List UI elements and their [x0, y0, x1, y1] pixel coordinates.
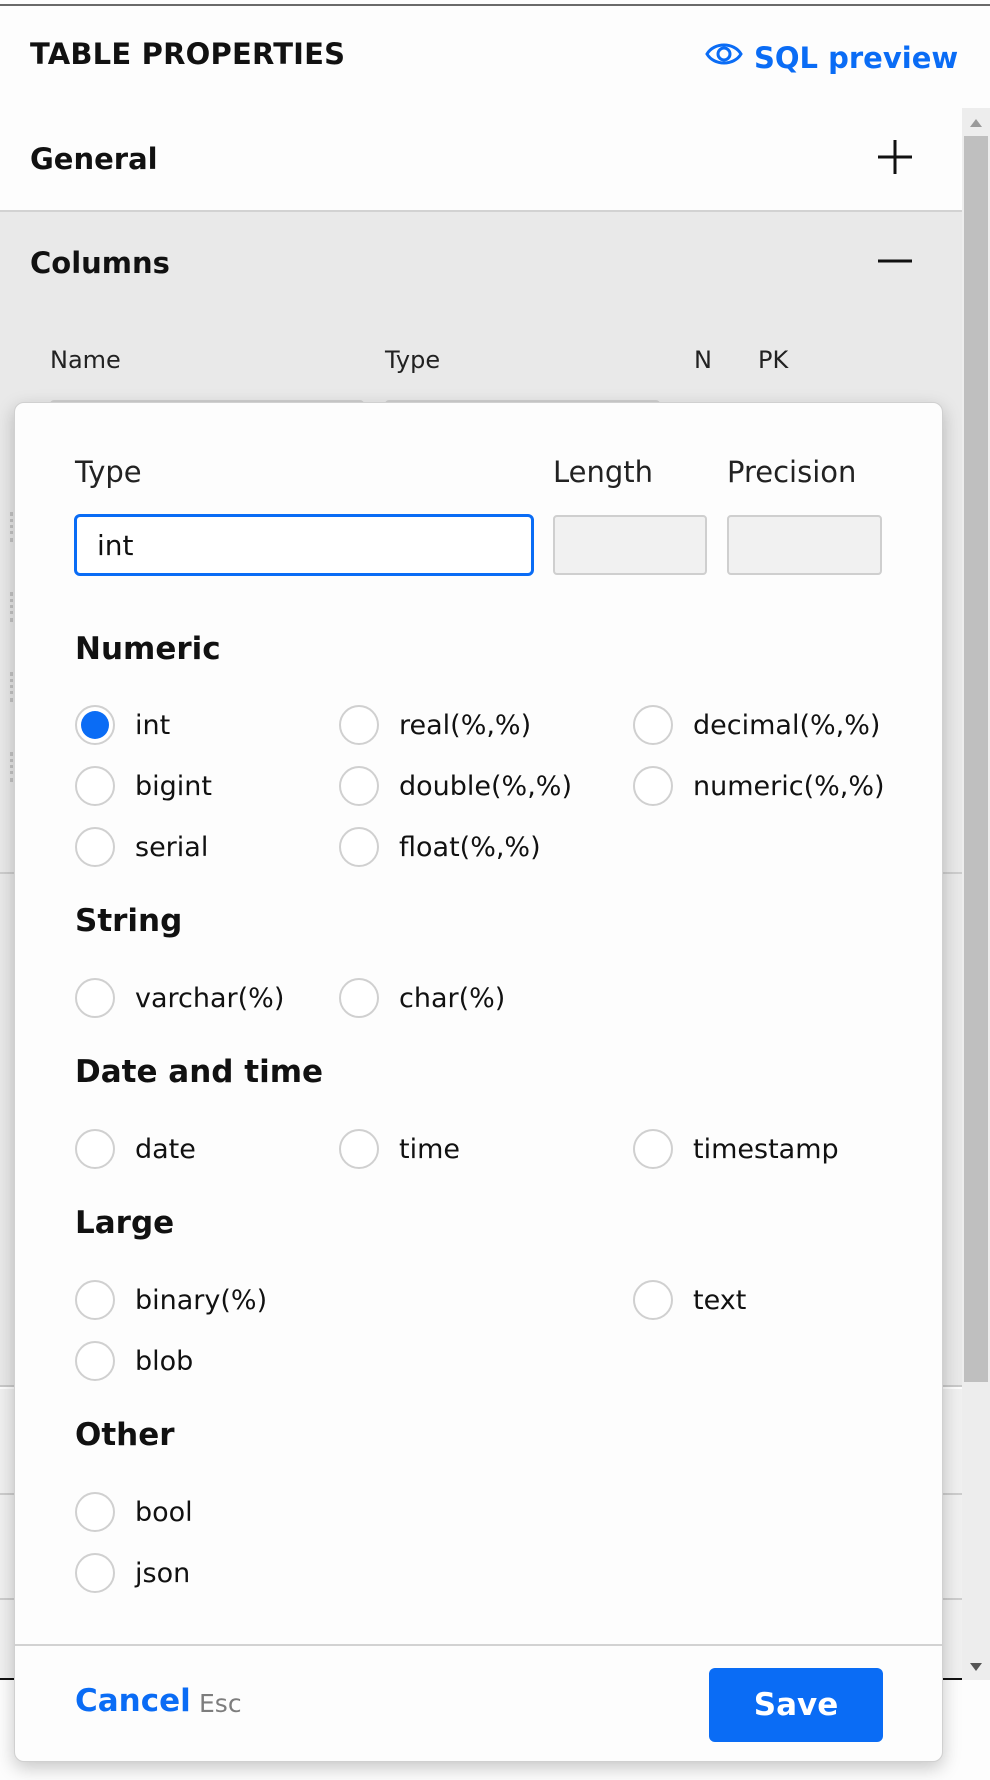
radio-option-double[interactable]: double(%,%): [339, 764, 572, 808]
column-header-name: Name: [50, 346, 121, 374]
length-input[interactable]: [553, 515, 707, 575]
radio-option-serial[interactable]: serial: [75, 825, 208, 869]
group-title-large: Large: [75, 1205, 175, 1241]
radio-button[interactable]: [339, 1129, 379, 1169]
drag-handle[interactable]: [10, 672, 13, 702]
triangle-down-icon: [969, 1657, 983, 1676]
group-title-other: Other: [75, 1417, 175, 1453]
radio-button[interactable]: [633, 1129, 673, 1169]
radio-button[interactable]: [633, 766, 673, 806]
minus-icon: [876, 259, 914, 284]
radio-option-time[interactable]: time: [339, 1127, 460, 1171]
drag-handle[interactable]: [10, 512, 13, 542]
radio-button[interactable]: [339, 827, 379, 867]
radio-option-char[interactable]: char(%): [339, 976, 505, 1020]
radio-option-numeric[interactable]: numeric(%,%): [633, 764, 885, 808]
radio-button[interactable]: [633, 1280, 673, 1320]
window-top-border: [0, 4, 990, 6]
eye-icon: [704, 37, 744, 78]
drag-handle[interactable]: [10, 752, 13, 782]
radio-option-bigint[interactable]: bigint: [75, 764, 212, 808]
type-label: Type: [75, 455, 142, 489]
radio-option-bool[interactable]: bool: [75, 1490, 193, 1534]
column-header-pk: PK: [758, 346, 789, 374]
column-header-nullable: N: [694, 346, 712, 374]
radio-button[interactable]: [75, 1280, 115, 1320]
radio-option-int[interactable]: int: [75, 703, 170, 747]
radio-button[interactable]: [75, 1129, 115, 1169]
cancel-shortcut-hint: Esc: [199, 1689, 242, 1718]
radio-option-json[interactable]: json: [75, 1551, 190, 1595]
scrollbar-thumb[interactable]: [964, 136, 988, 1382]
section-general[interactable]: General: [0, 108, 962, 212]
radio-button[interactable]: [339, 766, 379, 806]
radio-button[interactable]: [75, 827, 115, 867]
radio-option-blob[interactable]: blob: [75, 1339, 193, 1383]
drag-handle[interactable]: [10, 592, 13, 622]
group-title-string: String: [75, 903, 183, 939]
radio-button[interactable]: [75, 1341, 115, 1381]
radio-button[interactable]: [633, 705, 673, 745]
page-title: TABLE PROPERTIES: [30, 37, 346, 71]
section-general-label: General: [30, 142, 158, 176]
radio-option-decimal[interactable]: decimal(%,%): [633, 703, 880, 747]
footer-divider: [15, 1644, 942, 1646]
radio-button[interactable]: [75, 1492, 115, 1532]
scroll-up-button[interactable]: [962, 108, 990, 136]
length-label: Length: [553, 455, 654, 489]
radio-button[interactable]: [339, 705, 379, 745]
sql-preview-label: SQL preview: [754, 40, 959, 75]
plus-icon: [876, 140, 914, 180]
type-input[interactable]: [74, 514, 534, 576]
radio-button[interactable]: [75, 766, 115, 806]
radio-option-float[interactable]: float(%,%): [339, 825, 541, 869]
group-title-date-and-time: Date and time: [75, 1054, 324, 1090]
sql-preview-button[interactable]: SQL preview: [704, 37, 958, 78]
collapse-columns-button[interactable]: [876, 242, 914, 280]
radio-button[interactable]: [75, 705, 115, 745]
radio-button[interactable]: [75, 1553, 115, 1593]
save-button[interactable]: Save: [709, 1668, 883, 1742]
radio-option-real[interactable]: real(%,%): [339, 703, 531, 747]
section-columns-label: Columns: [30, 246, 170, 280]
precision-input[interactable]: [727, 515, 882, 575]
group-title-numeric: Numeric: [75, 631, 221, 667]
triangle-up-icon: [969, 113, 983, 132]
expand-general-button[interactable]: [876, 138, 914, 176]
precision-label: Precision: [727, 455, 857, 489]
radio-option-timestamp[interactable]: timestamp: [633, 1127, 839, 1171]
column-header-type: Type: [385, 346, 441, 374]
radio-option-binary[interactable]: binary(%): [75, 1278, 267, 1322]
radio-option-text[interactable]: text: [633, 1278, 746, 1322]
vertical-scrollbar[interactable]: [962, 108, 990, 1680]
cancel-button[interactable]: Cancel: [75, 1683, 191, 1719]
radio-button[interactable]: [75, 978, 115, 1018]
radio-button[interactable]: [339, 978, 379, 1018]
type-picker-popover: Type Length Precision Numeric int real(%…: [14, 402, 943, 1762]
scroll-down-button[interactable]: [962, 1652, 990, 1680]
radio-option-date[interactable]: date: [75, 1127, 196, 1171]
radio-option-varchar[interactable]: varchar(%): [75, 976, 284, 1020]
